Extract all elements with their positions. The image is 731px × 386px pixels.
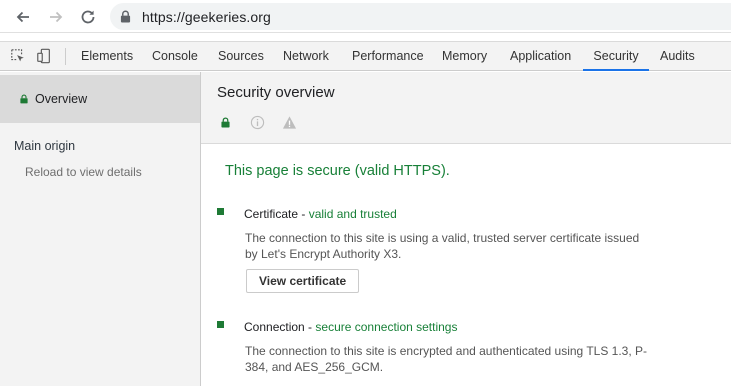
- certificate-separator: -: [298, 207, 309, 221]
- security-overview-panel: Security overview This page is secure (v…: [201, 72, 731, 386]
- secure-status-dot: [217, 321, 224, 328]
- url-text: https://geekeries.org: [142, 8, 271, 25]
- forward-arrow-icon: [50, 11, 63, 23]
- reload-button[interactable]: [77, 6, 99, 28]
- overview-header: Security overview: [201, 72, 731, 144]
- sidebar-item-label: Overview: [35, 92, 88, 106]
- sidebar-item-overview[interactable]: Overview: [0, 75, 200, 123]
- connection-title: Connection - secure connection settings: [244, 320, 457, 334]
- certificate-title: Certificate - valid and trusted: [244, 207, 397, 221]
- forward-button[interactable]: [45, 6, 67, 28]
- reload-icon: [81, 10, 95, 24]
- secure-status-dot: [217, 208, 224, 215]
- tab-application[interactable]: Application: [510, 42, 571, 71]
- address-bar[interactable]: https://geekeries.org: [110, 3, 731, 30]
- tab-security[interactable]: Security: [583, 42, 649, 71]
- warning-icon: [281, 114, 297, 130]
- tab-memory[interactable]: Memory: [442, 42, 487, 71]
- back-arrow-icon: [16, 11, 29, 23]
- certificate-label: Certificate: [244, 207, 299, 221]
- toolbar-divider: [65, 48, 66, 65]
- certificate-status: valid and trusted: [308, 207, 397, 221]
- tab-elements[interactable]: Elements: [81, 42, 133, 71]
- connection-status: secure connection settings: [315, 320, 458, 334]
- reload-details-hint: Reload to view details: [25, 165, 142, 179]
- tab-audits[interactable]: Audits: [660, 42, 695, 71]
- security-sidebar: Overview Main origin Reload to view deta…: [0, 72, 201, 386]
- inspect-element-icon[interactable]: [9, 47, 27, 65]
- device-toolbar-icon[interactable]: [35, 47, 53, 65]
- browser-toolbar: https://geekeries.org: [0, 0, 731, 33]
- sidebar-section-heading: Main origin: [14, 139, 76, 153]
- connection-separator: -: [304, 320, 316, 334]
- back-button[interactable]: [12, 6, 34, 28]
- security-summary: This page is secure (valid HTTPS).: [225, 163, 450, 179]
- view-certificate-button[interactable]: View certificate: [246, 269, 360, 293]
- devtools-tabbar: Elements Console Sources Network Perform…: [0, 41, 731, 71]
- tab-performance[interactable]: Performance: [352, 42, 424, 71]
- lock-icon: [120, 10, 132, 24]
- secure-lock-icon: [217, 114, 233, 130]
- tab-console[interactable]: Console: [152, 42, 198, 71]
- tab-network[interactable]: Network: [283, 42, 329, 71]
- connection-label: Connection: [244, 320, 305, 334]
- info-icon: [249, 114, 265, 130]
- connection-description: The connection to this site is encrypted…: [245, 344, 648, 374]
- tab-sources[interactable]: Sources: [218, 42, 264, 71]
- page-title: Security overview: [217, 84, 335, 101]
- certificate-description: The connection to this site is using a v…: [245, 231, 640, 261]
- lock-icon: [20, 94, 28, 104]
